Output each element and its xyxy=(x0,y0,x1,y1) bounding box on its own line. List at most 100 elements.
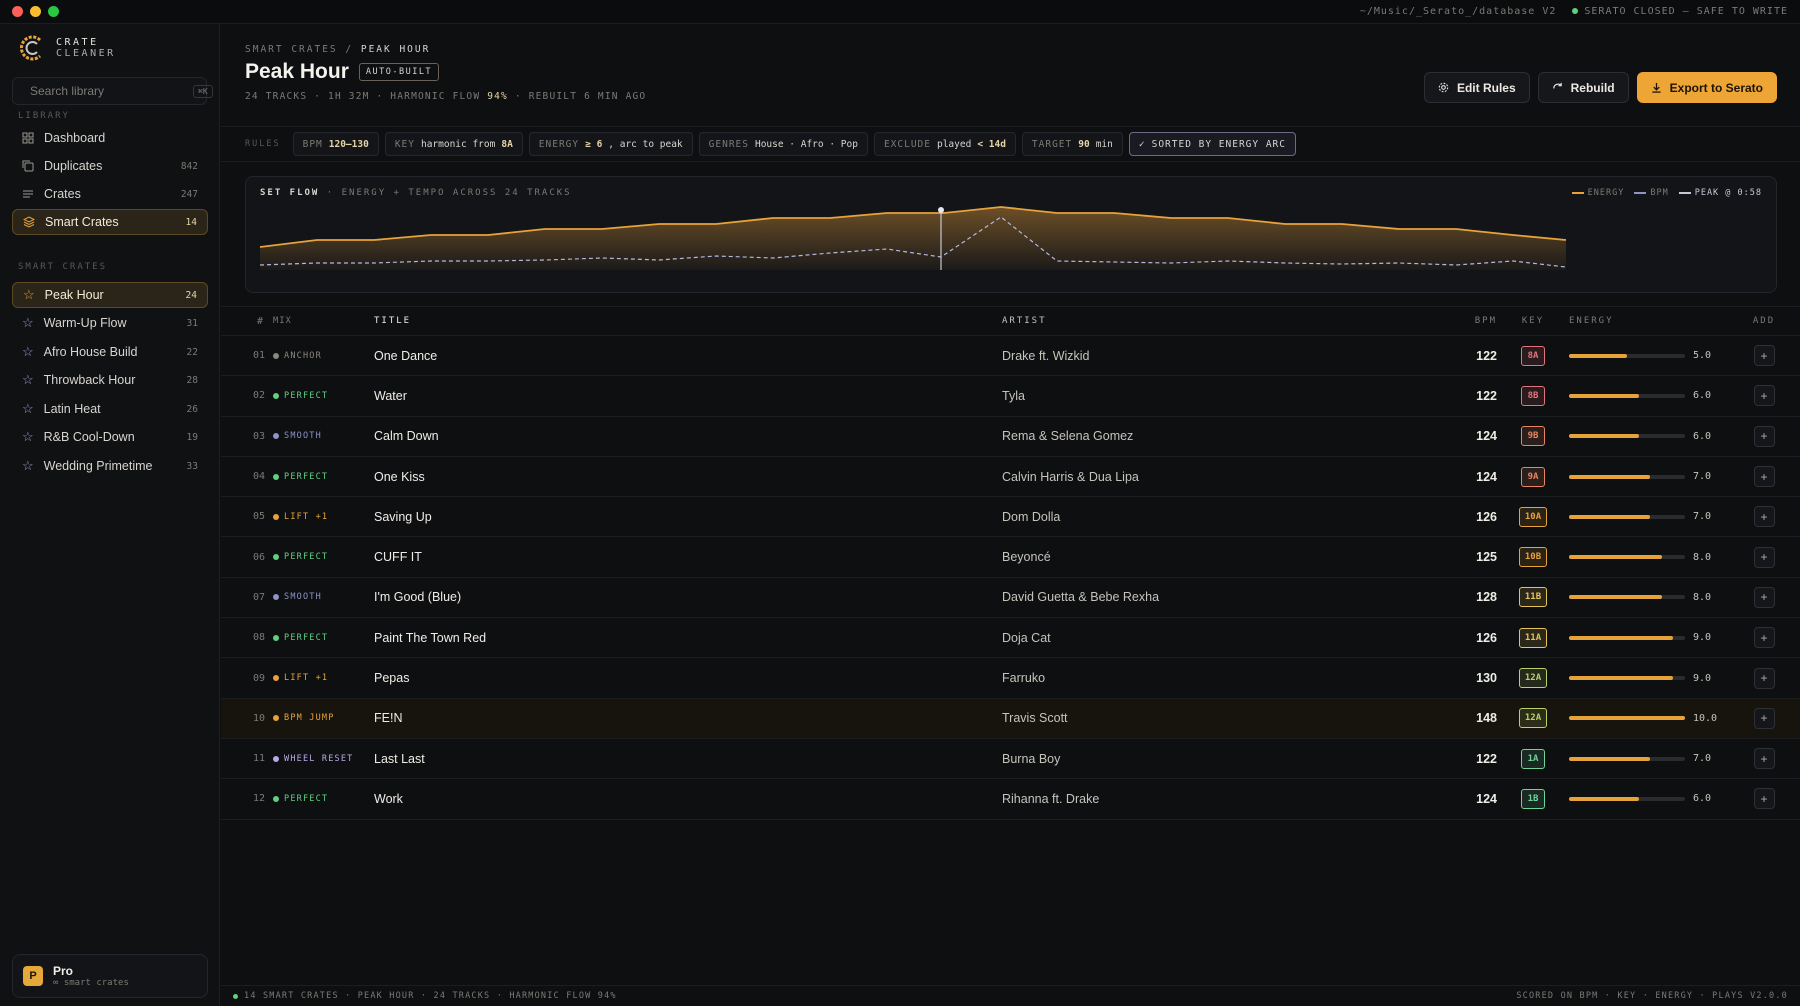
add-track-button[interactable]: + xyxy=(1753,788,1775,810)
smart-crate-latin-heat[interactable]: ☆ Latin Heat 26 xyxy=(12,396,208,422)
add-track-button[interactable]: + xyxy=(1753,425,1775,447)
table-row[interactable]: 03 SMOOTH Calm Down Rema & Selena Gomez 124 9… xyxy=(221,417,1800,457)
add-track-button[interactable]: + xyxy=(1753,748,1775,770)
mix-dot-icon xyxy=(273,795,279,802)
table-row[interactable]: 08 PERFECT Paint The Town Red Doja Cat 126 11… xyxy=(221,618,1800,659)
edit-rules-button[interactable]: Edit Rules xyxy=(1423,72,1530,103)
mix-tag: SMOOTH xyxy=(273,431,374,441)
energy-bar xyxy=(1569,514,1685,519)
smart-crate-wedding-primetime[interactable]: ☆ Wedding Primetime 33 xyxy=(12,453,208,479)
mix-dot-icon xyxy=(273,473,279,480)
table-row[interactable]: 09 LIFT +1 Pepas Farruko 130 12A 9.0 + xyxy=(221,658,1800,699)
smart-crate-label: Latin Heat xyxy=(43,402,101,416)
energy-bar xyxy=(1569,555,1685,560)
add-track-button[interactable]: + xyxy=(1753,546,1775,568)
energy-bar xyxy=(1569,716,1685,721)
mix-dot-icon xyxy=(273,634,279,641)
energy-bar-fill xyxy=(1569,434,1639,439)
zoom-window-button[interactable] xyxy=(48,6,59,17)
plus-icon: + xyxy=(1760,429,1768,444)
mix-label: LIFT +1 xyxy=(284,511,329,522)
add-track-button[interactable]: + xyxy=(1753,667,1775,689)
key-badge: 1B xyxy=(1521,788,1545,809)
rebuild-button[interactable]: Rebuild xyxy=(1537,72,1629,103)
col-bpm[interactable]: BPM xyxy=(1430,316,1497,326)
sorted-by-energy-arc-chip[interactable]: ✓ SORTED BY ENERGY ARC xyxy=(1128,132,1296,156)
key-badge: 11A xyxy=(1518,627,1548,648)
search-input[interactable] xyxy=(30,84,185,98)
col-energy[interactable]: ENERGY xyxy=(1569,316,1739,326)
smart-crate-warm-up-flow[interactable]: ☆ Warm-Up Flow 31 xyxy=(12,310,208,336)
smart-crate-rnb-cool-down[interactable]: ☆ R&B Cool-Down 19 xyxy=(12,424,208,450)
table-row[interactable]: 07 SMOOTH I'm Good (Blue) David Guetta & Be… xyxy=(221,578,1800,619)
smart-crate-label: Wedding Primetime xyxy=(43,459,153,473)
col-key[interactable]: KEY xyxy=(1497,316,1569,326)
meta-flow-value: 94% xyxy=(487,91,508,102)
gear-icon xyxy=(1438,82,1449,93)
energy-value: 10.0 xyxy=(1693,712,1718,724)
export-label: Export to Serato xyxy=(1669,80,1763,95)
table-row[interactable]: 05 LIFT +1 Saving Up Dom Dolla 126 10A 7.0 + xyxy=(221,497,1800,538)
track-artist: Rihanna ft. Drake xyxy=(1002,791,1100,806)
table-row[interactable]: 10 BPM JUMP FE!N Travis Scott 148 12A 10.0 + xyxy=(221,698,1800,739)
smart-crate-afro-house-build[interactable]: ☆ Afro House Build 22 xyxy=(12,339,208,365)
export-to-serato-button[interactable]: Export to Serato xyxy=(1636,72,1777,103)
pro-plan-card[interactable]: P Pro ∞ smart crates xyxy=(12,954,208,998)
add-track-button[interactable]: + xyxy=(1753,506,1775,528)
key-badge: 12A xyxy=(1518,708,1548,729)
add-track-button[interactable]: + xyxy=(1753,466,1775,488)
add-track-button[interactable]: + xyxy=(1753,385,1775,407)
smart-crate-count: 31 xyxy=(186,317,198,329)
search-shortcut: ⌘K xyxy=(193,84,213,98)
rule-chip-energy[interactable]: ENERGY ≥ 6 , arc to peak xyxy=(528,132,693,156)
col-artist[interactable]: ARTIST xyxy=(1002,316,1430,326)
track-number: 08 xyxy=(252,632,265,644)
breadcrumb-separator: / xyxy=(345,44,354,55)
table-row[interactable]: 12 PERFECT Work Rihanna ft. Drake 124 1B 6.0 + xyxy=(221,779,1800,820)
sidebar-item-duplicates[interactable]: Duplicates 842 xyxy=(12,153,208,179)
close-window-button[interactable] xyxy=(12,6,23,17)
serato-status: SERATO CLOSED — SAFE TO WRITE xyxy=(1572,6,1788,17)
track-bpm: 124 xyxy=(1476,791,1497,806)
brand-logo[interactable]: CRATE CLEANER xyxy=(18,34,116,62)
plus-icon: + xyxy=(1760,469,1768,484)
smart-crate-throwback-hour[interactable]: ☆ Throwback Hour 28 xyxy=(12,367,208,393)
energy-bar-fill xyxy=(1569,756,1651,761)
smart-crate-count: 26 xyxy=(186,403,198,415)
sidebar-item-dashboard[interactable]: Dashboard xyxy=(12,125,208,151)
search-box[interactable]: ⌘K xyxy=(12,77,213,105)
minimize-window-button[interactable] xyxy=(30,6,41,17)
energy-bar-fill xyxy=(1569,514,1651,519)
pro-avatar: P xyxy=(23,966,43,986)
col-title[interactable]: TITLE xyxy=(374,316,1002,326)
breadcrumb-root[interactable]: SMART CRATES xyxy=(245,44,338,55)
legend-bpm: BPM xyxy=(1634,188,1668,198)
rule-chip-key[interactable]: KEY harmonic from 8A xyxy=(384,132,523,156)
track-artist: Beyoncé xyxy=(1002,550,1051,565)
col-num[interactable]: # xyxy=(221,316,273,327)
smart-crate-count: 33 xyxy=(186,460,198,472)
table-row[interactable]: 04 PERFECT One Kiss Calvin Harris & Dua Lip… xyxy=(221,457,1800,498)
add-track-button[interactable]: + xyxy=(1753,586,1775,608)
status-right: SCORED ON BPM · KEY · ENERGY · PLAYS V2.… xyxy=(1516,991,1788,1001)
col-mix[interactable]: MIX xyxy=(273,316,374,326)
add-track-button[interactable]: + xyxy=(1753,627,1775,649)
table-row[interactable]: 11 WHEEL RESET Last Last Burna Boy 122 1A 7.0 + xyxy=(221,739,1800,780)
add-track-button[interactable]: + xyxy=(1753,707,1775,729)
add-track-button[interactable]: + xyxy=(1753,345,1775,367)
rule-chip-exclude[interactable]: EXCLUDE played < 14d xyxy=(873,132,1016,156)
mix-tag: LIFT +1 xyxy=(273,512,374,522)
smart-crate-count: 19 xyxy=(186,431,198,443)
chip-text: harmonic from xyxy=(420,138,496,150)
smart-crate-peak-hour[interactable]: ☆ Peak Hour 24 xyxy=(12,282,208,308)
sidebar-item-crates[interactable]: Crates 247 xyxy=(12,181,208,207)
track-artist: Travis Scott xyxy=(1002,711,1068,726)
table-row[interactable]: 02 PERFECT Water Tyla 122 8B 6.0 + xyxy=(221,376,1800,417)
rule-chip-genres[interactable]: GENRES House · Afro · Pop xyxy=(698,132,868,156)
rule-chip-target[interactable]: TARGET 90 min xyxy=(1021,132,1123,156)
rule-chip-bpm[interactable]: BPM 120–130 xyxy=(292,132,379,156)
sidebar-item-smart-crates[interactable]: Smart Crates 14 xyxy=(12,209,208,235)
track-title: I'm Good (Blue) xyxy=(374,590,462,605)
table-row[interactable]: 06 PERFECT CUFF IT Beyoncé 125 10B 8.0 + xyxy=(221,537,1800,578)
table-row[interactable]: 01 ANCHOR One Dance Drake ft. Wizkid 122 8A 5.… xyxy=(221,336,1800,377)
